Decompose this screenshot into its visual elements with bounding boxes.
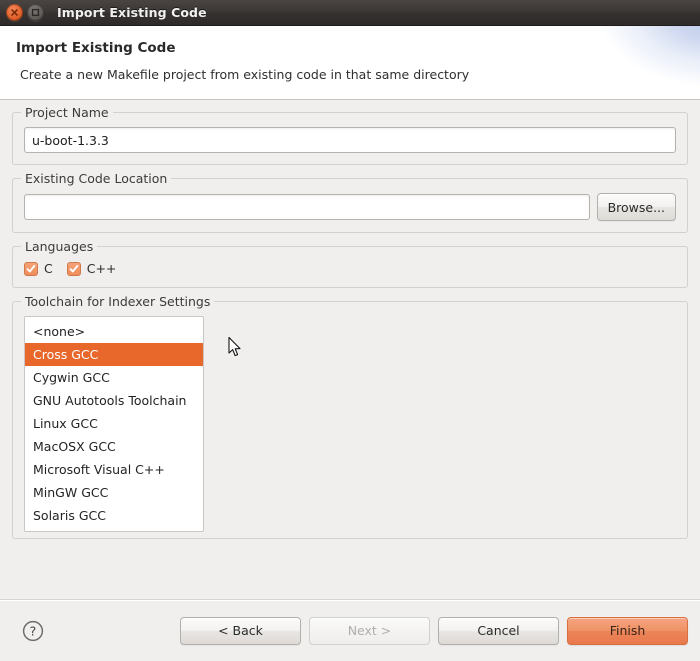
finish-button[interactable]: Finish bbox=[567, 616, 688, 645]
list-item[interactable]: Microsoft Visual C++ bbox=[25, 458, 203, 481]
project-name-value: u-boot-1.3.3 bbox=[32, 132, 109, 148]
close-icon[interactable] bbox=[6, 4, 23, 21]
list-item[interactable]: MacOSX GCC bbox=[25, 435, 203, 458]
checkbox-c-label: C bbox=[44, 261, 53, 276]
list-item[interactable]: Cross GCC bbox=[25, 343, 203, 366]
list-item[interactable]: <none> bbox=[25, 320, 203, 343]
wizard-body: Project Name u-boot-1.3.3 Existing Code … bbox=[0, 100, 700, 599]
svg-text:?: ? bbox=[30, 623, 37, 638]
code-location-input[interactable] bbox=[24, 194, 590, 220]
project-name-input[interactable]: u-boot-1.3.3 bbox=[24, 127, 676, 153]
project-name-label: Project Name bbox=[21, 105, 113, 121]
page-title: Import Existing Code bbox=[16, 40, 176, 56]
browse-button[interactable]: Browse... bbox=[596, 193, 676, 221]
code-location-group: Existing Code Location Browse... bbox=[12, 171, 688, 233]
project-name-group: Project Name u-boot-1.3.3 bbox=[12, 105, 688, 165]
checkbox-cpp[interactable]: C++ bbox=[66, 261, 117, 276]
languages-group: Languages C C++ bbox=[12, 239, 688, 288]
list-item[interactable]: MinGW GCC bbox=[25, 481, 203, 504]
checkmark-icon bbox=[66, 261, 81, 276]
list-item[interactable]: Cygwin GCC bbox=[25, 366, 203, 389]
toolchain-listbox[interactable]: <none> Cross GCC Cygwin GCC GNU Autotools T… bbox=[24, 316, 204, 532]
checkmark-icon bbox=[24, 261, 38, 276]
next-button: Next > bbox=[309, 616, 430, 645]
list-item[interactable]: GNU Autotools Toolchain bbox=[25, 389, 203, 412]
checkbox-cpp-label: C++ bbox=[86, 261, 117, 276]
cancel-button[interactable]: Cancel bbox=[438, 616, 559, 645]
back-button[interactable]: < Back bbox=[180, 616, 301, 645]
window-title: Import Existing Code bbox=[57, 5, 207, 20]
wizard-header: Import Existing Code Create a new Makefi… bbox=[0, 26, 700, 100]
toolchain-group: Toolchain for Indexer Settings <none> Cro… bbox=[12, 294, 688, 539]
code-location-label: Existing Code Location bbox=[21, 171, 172, 187]
checkbox-c[interactable]: C bbox=[24, 261, 53, 276]
header-decoration bbox=[510, 26, 700, 99]
list-item[interactable]: Linux GCC bbox=[25, 412, 203, 435]
maximize-icon[interactable] bbox=[27, 4, 44, 21]
dialog-buttons: < Back Next > Cancel Finish bbox=[180, 616, 688, 645]
languages-label: Languages bbox=[21, 239, 98, 255]
dialog-footer: ? < Back Next > Cancel Finish bbox=[0, 599, 700, 661]
page-description: Create a new Makefile project from exist… bbox=[20, 67, 470, 82]
list-item[interactable]: Solaris GCC bbox=[25, 504, 203, 527]
help-icon[interactable]: ? bbox=[21, 619, 45, 643]
toolchain-label: Toolchain for Indexer Settings bbox=[21, 294, 215, 310]
window-titlebar: Import Existing Code bbox=[0, 0, 700, 26]
import-existing-code-dialog: Import Existing Code Import Existing Cod… bbox=[0, 0, 700, 661]
